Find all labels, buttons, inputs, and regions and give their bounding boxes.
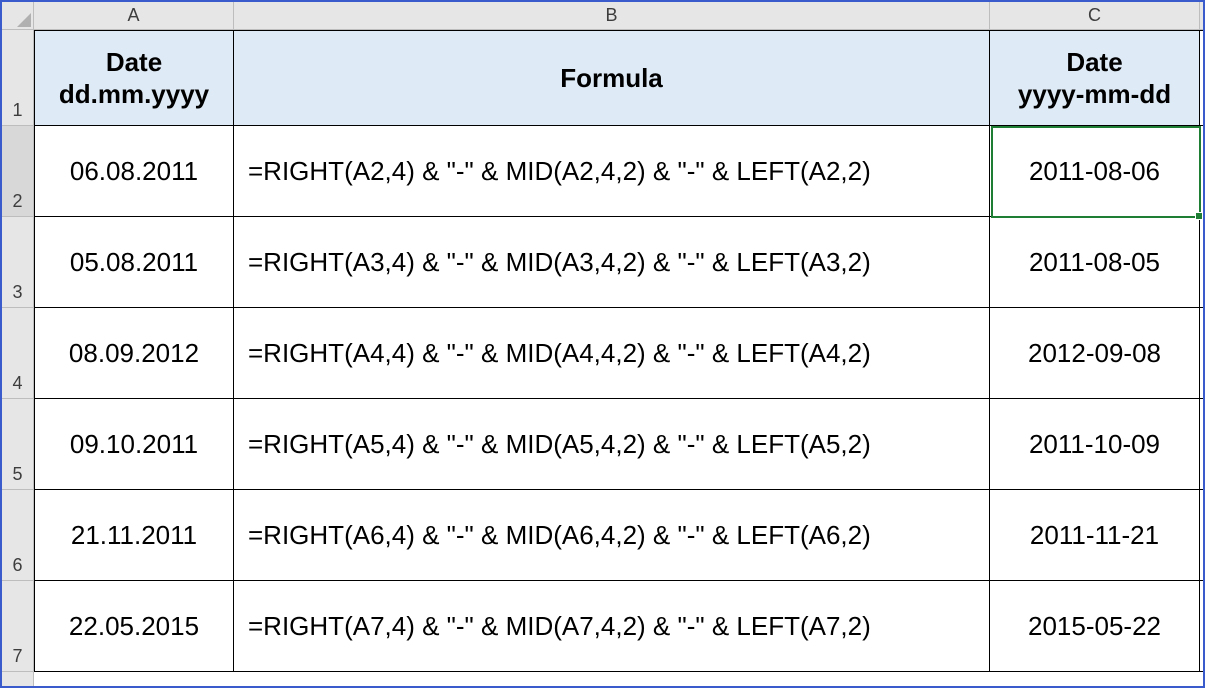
cell-B3[interactable]: =RIGHT(A3,4) & "-" & MID(A3,4,2) & "-" &… bbox=[234, 217, 990, 307]
cell-A6[interactable]: 21.11.2011 bbox=[34, 490, 234, 580]
column-header-C[interactable]: C bbox=[990, 2, 1200, 29]
column-header-B[interactable]: B bbox=[234, 2, 990, 29]
table-row: 05.08.2011 =RIGHT(A3,4) & "-" & MID(A3,4… bbox=[34, 217, 1203, 308]
cell-B6[interactable]: =RIGHT(A6,4) & "-" & MID(A6,4,2) & "-" &… bbox=[234, 490, 990, 580]
row-headers: 1 2 3 4 5 6 7 bbox=[2, 30, 34, 686]
cell-B7[interactable]: =RIGHT(A7,4) & "-" & MID(A7,4,2) & "-" &… bbox=[234, 581, 990, 671]
row-header-3[interactable]: 3 bbox=[2, 217, 33, 308]
table-row: 09.10.2011 =RIGHT(A5,4) & "-" & MID(A5,4… bbox=[34, 399, 1203, 490]
select-all-corner[interactable] bbox=[2, 2, 34, 30]
cell-A2[interactable]: 06.08.2011 bbox=[34, 126, 234, 216]
table-row: 06.08.2011 =RIGHT(A2,4) & "-" & MID(A2,4… bbox=[34, 126, 1203, 217]
row-header-6[interactable]: 6 bbox=[2, 490, 33, 581]
cell-C5[interactable]: 2011-10-09 bbox=[990, 399, 1200, 489]
cell-A3[interactable]: 05.08.2011 bbox=[34, 217, 234, 307]
table-header-row: Date dd.mm.yyyy Formula Date yyyy-mm-dd bbox=[34, 30, 1203, 126]
row-header-1[interactable]: 1 bbox=[2, 30, 33, 126]
cell-C6[interactable]: 2011-11-21 bbox=[990, 490, 1200, 580]
row-header-4[interactable]: 4 bbox=[2, 308, 33, 399]
row-header-2[interactable]: 2 bbox=[2, 126, 33, 217]
header-cell-A[interactable]: Date dd.mm.yyyy bbox=[34, 31, 234, 125]
cell-C4[interactable]: 2012-09-08 bbox=[990, 308, 1200, 398]
cell-B2[interactable]: =RIGHT(A2,4) & "-" & MID(A2,4,2) & "-" &… bbox=[234, 126, 990, 216]
cell-A5[interactable]: 09.10.2011 bbox=[34, 399, 234, 489]
cell-C3[interactable]: 2011-08-05 bbox=[990, 217, 1200, 307]
header-cell-B[interactable]: Formula bbox=[234, 31, 990, 125]
spreadsheet: A B C 1 2 3 4 5 6 7 Date dd.mm.yyyy Form… bbox=[0, 0, 1205, 688]
table-row: 21.11.2011 =RIGHT(A6,4) & "-" & MID(A6,4… bbox=[34, 490, 1203, 581]
row-header-5[interactable]: 5 bbox=[2, 399, 33, 490]
cell-C7[interactable]: 2015-05-22 bbox=[990, 581, 1200, 671]
cell-B5[interactable]: =RIGHT(A5,4) & "-" & MID(A5,4,2) & "-" &… bbox=[234, 399, 990, 489]
cell-A7[interactable]: 22.05.2015 bbox=[34, 581, 234, 671]
table-row: 08.09.2012 =RIGHT(A4,4) & "-" & MID(A4,4… bbox=[34, 308, 1203, 399]
cell-C2[interactable]: 2011-08-06 bbox=[990, 126, 1200, 216]
select-all-triangle-icon bbox=[17, 13, 31, 27]
column-headers: A B C bbox=[34, 2, 1203, 30]
column-header-A[interactable]: A bbox=[34, 2, 234, 29]
cell-A4[interactable]: 08.09.2012 bbox=[34, 308, 234, 398]
cell-B4[interactable]: =RIGHT(A4,4) & "-" & MID(A4,4,2) & "-" &… bbox=[234, 308, 990, 398]
row-header-7[interactable]: 7 bbox=[2, 581, 33, 672]
grid-body: Date dd.mm.yyyy Formula Date yyyy-mm-dd … bbox=[34, 30, 1203, 686]
table-row: 22.05.2015 =RIGHT(A7,4) & "-" & MID(A7,4… bbox=[34, 581, 1203, 672]
header-cell-C[interactable]: Date yyyy-mm-dd bbox=[990, 31, 1200, 125]
